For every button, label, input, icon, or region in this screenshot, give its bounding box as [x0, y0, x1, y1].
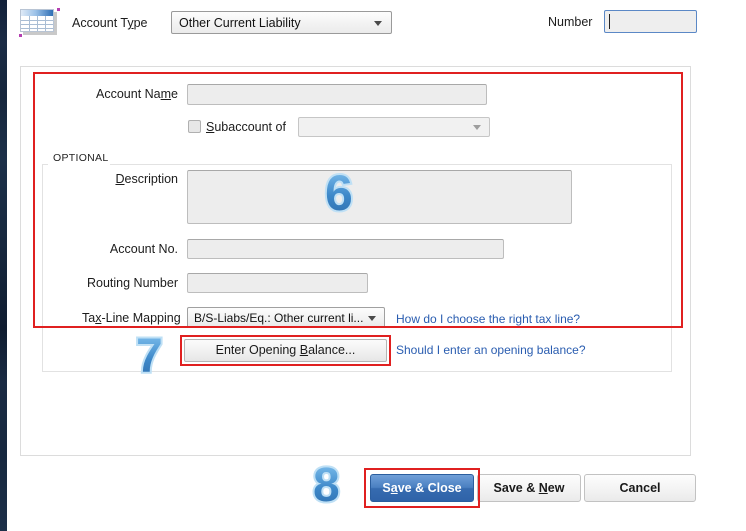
- account-type-value: Other Current Liability: [179, 16, 301, 30]
- annotation-step-8-glow: 8: [311, 459, 342, 512]
- save-new-text: Save &: [493, 481, 539, 495]
- routing-number-label: Routing Number: [86, 276, 178, 290]
- text-cursor: [609, 14, 610, 29]
- account-name-label-text-post: e: [171, 87, 178, 101]
- subaccount-label-text: ubaccount of: [214, 120, 286, 134]
- enter-opening-balance-button[interactable]: Enter Opening Balance...: [184, 339, 387, 362]
- subaccount-of-dropdown[interactable]: [298, 117, 490, 137]
- account-type-label-text: Account T: [72, 16, 128, 30]
- save-new-mnemonic: N: [538, 481, 548, 495]
- optional-fieldset-border-left: [42, 164, 48, 165]
- description-label-text: escription: [124, 172, 179, 186]
- account-no-label: Account No.: [109, 242, 178, 256]
- save-close-mnemonic: a: [390, 481, 398, 495]
- top-bar: Account Type Other Current Liability Num…: [7, 0, 746, 50]
- subaccount-of-label: Subaccount of: [206, 120, 286, 134]
- save-and-new-button[interactable]: Save & New: [477, 474, 581, 502]
- account-name-label-mnemonic: m: [160, 87, 172, 101]
- account-type-dropdown[interactable]: Other Current Liability: [171, 11, 392, 34]
- chevron-down-icon: [374, 21, 382, 26]
- spreadsheet-grid-icon: [19, 8, 60, 37]
- account-name-label-text: Account Na: [96, 87, 161, 101]
- subaccount-of-checkbox[interactable]: [188, 120, 201, 133]
- cancel-button[interactable]: Cancel: [584, 474, 696, 502]
- opening-balance-help-link[interactable]: Should I enter an opening balance?: [396, 343, 586, 357]
- description-label-mnemonic: D: [115, 172, 125, 186]
- account-no-input[interactable]: [187, 239, 504, 259]
- tax-line-mapping-label: Tax-Line Mapping: [82, 311, 181, 325]
- save-and-close-button[interactable]: Save & Close: [370, 474, 474, 502]
- description-label: Description: [104, 172, 178, 186]
- number-label: Number: [548, 15, 593, 29]
- tax-line-mapping-value: B/S-Liabs/Eq.: Other current li...: [194, 311, 364, 325]
- optional-legend: OPTIONAL: [50, 152, 112, 164]
- save-close-text-post: ve & Close: [397, 481, 462, 495]
- opening-balance-text: Enter Opening: [215, 343, 300, 357]
- account-type-label: Account Type: [72, 16, 148, 30]
- app-sidebar-strip: [0, 0, 7, 531]
- tax-line-help-link[interactable]: How do I choose the right tax line?: [396, 312, 580, 326]
- tax-line-label-text: Ta: [82, 311, 96, 325]
- save-new-text-post: ew: [547, 481, 565, 495]
- optional-fieldset-border-right: [110, 164, 672, 165]
- account-type-label-text-post: pe: [133, 16, 148, 30]
- opening-balance-mnemonic: B: [299, 343, 309, 357]
- save-close-text: S: [382, 481, 391, 495]
- chevron-down-icon: [368, 316, 376, 321]
- description-input[interactable]: [187, 170, 572, 224]
- routing-number-input[interactable]: [187, 273, 368, 293]
- account-name-label: Account Name: [88, 87, 178, 101]
- chevron-down-icon: [473, 125, 481, 130]
- tax-line-mapping-dropdown[interactable]: B/S-Liabs/Eq.: Other current li...: [187, 307, 385, 328]
- annotation-step-8: 8: [313, 459, 340, 512]
- number-input[interactable]: [604, 10, 697, 33]
- tax-line-label-text-post: -Line Mapping: [101, 311, 181, 325]
- opening-balance-text-post: alance...: [308, 343, 356, 357]
- account-name-input[interactable]: [187, 84, 487, 105]
